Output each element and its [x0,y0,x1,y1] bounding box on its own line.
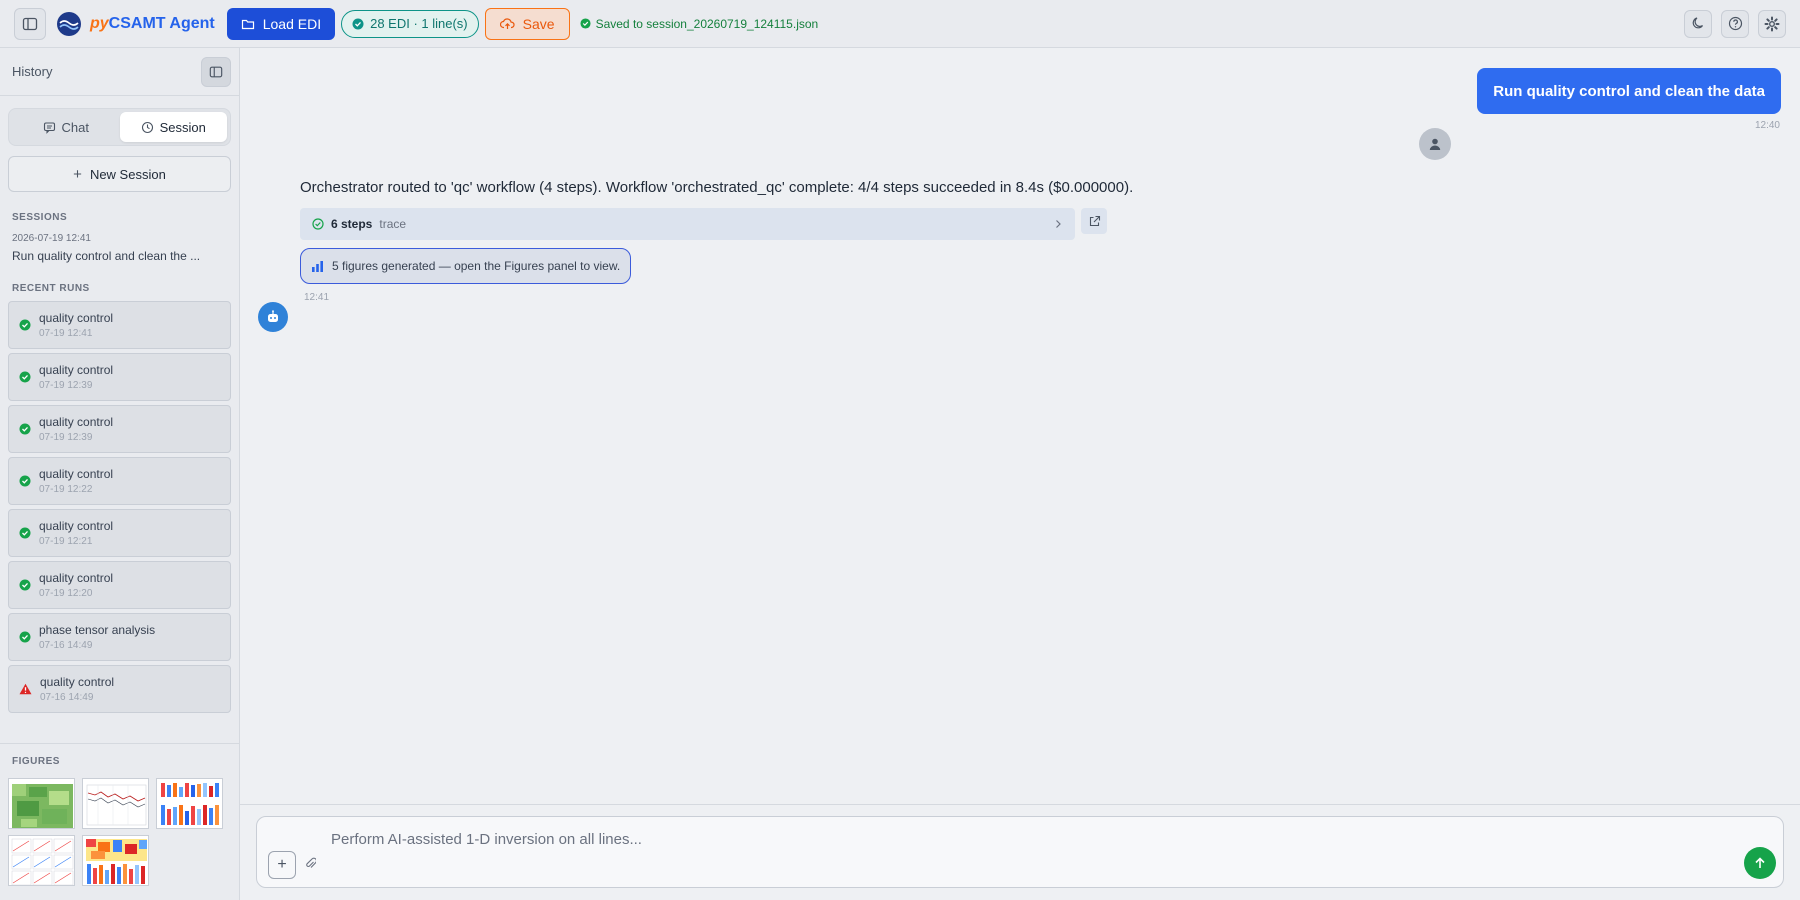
save-status: Saved to session_20260719_124115.json [580,17,818,31]
success-icon [19,475,31,487]
figures-heading: FIGURES [12,756,60,767]
run-item[interactable]: quality control 07-19 12:39 [8,353,231,401]
figure-thumbnail[interactable] [8,778,75,829]
panel-left-icon [209,66,223,77]
recent-runs-heading: RECENT RUNS [12,283,90,294]
run-item[interactable]: quality control 07-19 12:22 [8,457,231,505]
success-icon [19,371,31,383]
settings-button[interactable] [1758,9,1786,38]
top-bar: pyCSAMT Agent Load EDI 28 EDI · 1 line(s… [0,0,1800,48]
agent-avatar [258,302,288,332]
moon-icon [1692,17,1703,29]
help-button[interactable] [1721,9,1749,38]
session-date: 2026-07-19 12:41 [12,233,91,244]
run-item[interactable]: phase tensor analysis 07-16 14:49 [8,613,231,661]
run-item[interactable]: quality control 07-19 12:21 [8,509,231,557]
run-item[interactable]: quality control 07-19 12:39 [8,405,231,453]
load-edi-button[interactable]: Load EDI [226,7,336,40]
sidebar-icon [22,17,38,30]
success-icon [19,319,31,331]
sessions-heading: SESSIONS [12,212,68,223]
session-item[interactable]: 2026-07-19 12:41 Run quality control and… [0,233,239,263]
check-circle-outline-icon [312,218,324,230]
sidebar-title: History [12,64,53,79]
open-external-button[interactable] [1081,208,1107,234]
app-logo-icon [56,11,82,37]
agent-message-time: 12:41 [304,292,330,303]
trace-label: trace [379,217,407,231]
success-icon [19,579,31,591]
tab-chat[interactable]: Chat [12,112,120,142]
chat-icon [43,121,55,134]
recent-runs-list: quality control 07-19 12:41 quality contr… [0,301,239,713]
new-session-button[interactable]: + New Session [8,156,231,192]
divider [0,743,239,744]
session-name: Run quality control and clean the ... [12,249,201,263]
success-icon [19,631,31,643]
figures-notice[interactable]: 5 figures generated — open the Figures p… [300,248,632,284]
plus-icon: + [277,856,287,873]
check-circle-icon [352,18,364,29]
tab-session[interactable]: Session [119,112,227,142]
composer-area: + [240,804,1800,900]
warning-icon [19,683,32,695]
chevron-right-icon [1056,220,1061,228]
figure-thumbnails [8,778,223,886]
history-sidebar: History Chat Session + New Session SESSI… [0,48,240,900]
agent-message: Orchestrator routed to 'qc' workflow (4 … [300,179,1134,196]
run-item[interactable]: quality control 07-19 12:41 [8,301,231,349]
theme-toggle-button[interactable] [1684,9,1712,38]
run-item[interactable]: quality control 07-19 12:20 [8,561,231,609]
chat-area: Run quality control and clean the data 1… [240,48,1800,900]
cloud-upload-icon [499,18,515,29]
user-icon [1429,138,1441,150]
composer: + [256,816,1784,888]
user-message-time: 12:40 [1754,120,1780,131]
gear-icon [1764,16,1780,31]
run-item[interactable]: quality control 07-16 14:49 [8,665,231,713]
view-toggle: Chat Session [8,108,231,146]
figure-thumbnail[interactable] [82,835,149,886]
sidebar-toggle-button[interactable] [14,7,46,40]
success-icon [19,423,31,435]
trace-expander[interactable]: 6 steps trace [300,208,1075,240]
paperclip-icon[interactable] [305,856,316,870]
arrow-up-icon [1755,857,1765,868]
user-avatar [1419,128,1451,160]
send-button[interactable] [1744,847,1776,879]
bot-icon [268,310,278,322]
clock-icon [141,121,153,133]
sidebar-header: History [0,48,239,96]
edi-count-badge[interactable]: 28 EDI · 1 line(s) [341,9,479,38]
attach-add-button[interactable]: + [268,851,296,879]
user-message-bubble: Run quality control and clean the data [1477,68,1781,114]
figure-thumbnail[interactable] [8,835,75,886]
plus-icon: + [73,165,82,183]
save-button[interactable]: Save [484,7,570,40]
bar-chart-icon [312,261,323,272]
help-icon [1728,16,1742,31]
external-link-icon [1089,215,1100,226]
check-circle-icon [580,18,591,29]
prompt-input[interactable] [331,827,1631,851]
app-brand: pyCSAMT Agent [90,14,215,32]
folder-icon [241,19,254,29]
trace-steps: 6 steps [331,217,373,231]
collapse-sidebar-button[interactable] [201,56,231,87]
figure-thumbnail[interactable] [82,778,149,829]
success-icon [19,527,31,539]
figure-thumbnail[interactable] [156,778,223,829]
